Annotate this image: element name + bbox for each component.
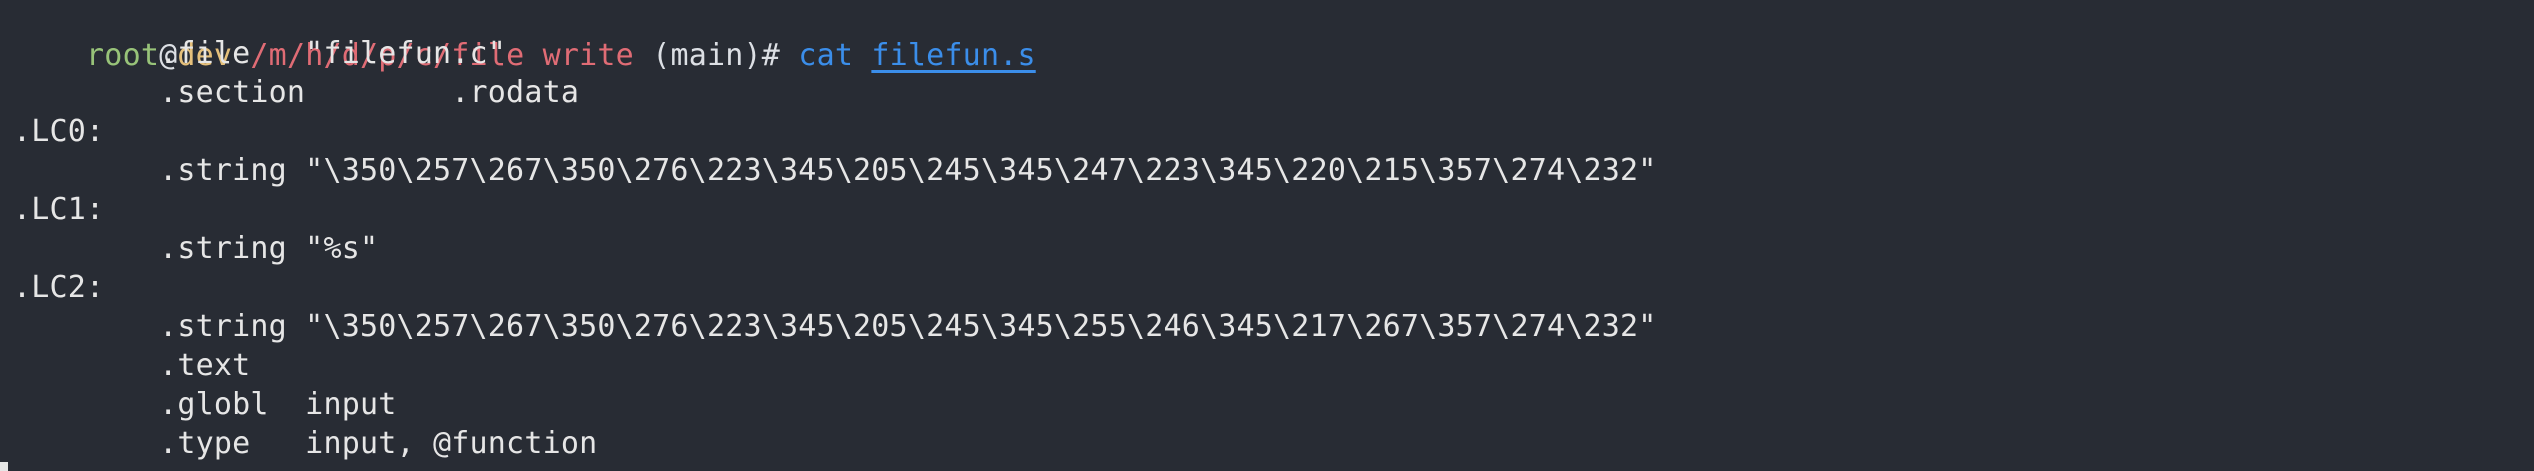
command-argument-link[interactable]: filefun.s: [871, 38, 1035, 73]
output-line: .string "\350\257\267\350\276\223\345\20…: [13, 309, 1657, 344]
output-label-line: .LC2:: [13, 270, 105, 305]
prompt-line: root@dev /m/h/d/p/c/file write (main)# c…: [13, 0, 1036, 73]
output-line: .string "\350\257\267\350\276\223\345\20…: [13, 153, 1657, 188]
output-line: .text: [13, 348, 251, 383]
output-label-line: .LC1:: [13, 192, 105, 227]
output-line: .globl input: [13, 387, 397, 422]
prompt-branch-word: write: [542, 38, 634, 73]
command-name: cat: [798, 38, 854, 73]
output-line: .section .rodata: [13, 75, 580, 110]
output-line: .type input, @function: [13, 426, 598, 461]
terminal-window[interactable]: root@dev /m/h/d/p/c/file write (main)# c…: [0, 0, 2534, 471]
output-label-line: .LC0:: [13, 114, 105, 149]
output-line: .string "%s": [13, 231, 379, 266]
prompt-branch: (main): [652, 38, 762, 73]
output-line: .file "filefun.c": [13, 36, 507, 71]
prompt-symbol: #: [761, 38, 781, 73]
next-line-fragment: [0, 462, 8, 471]
